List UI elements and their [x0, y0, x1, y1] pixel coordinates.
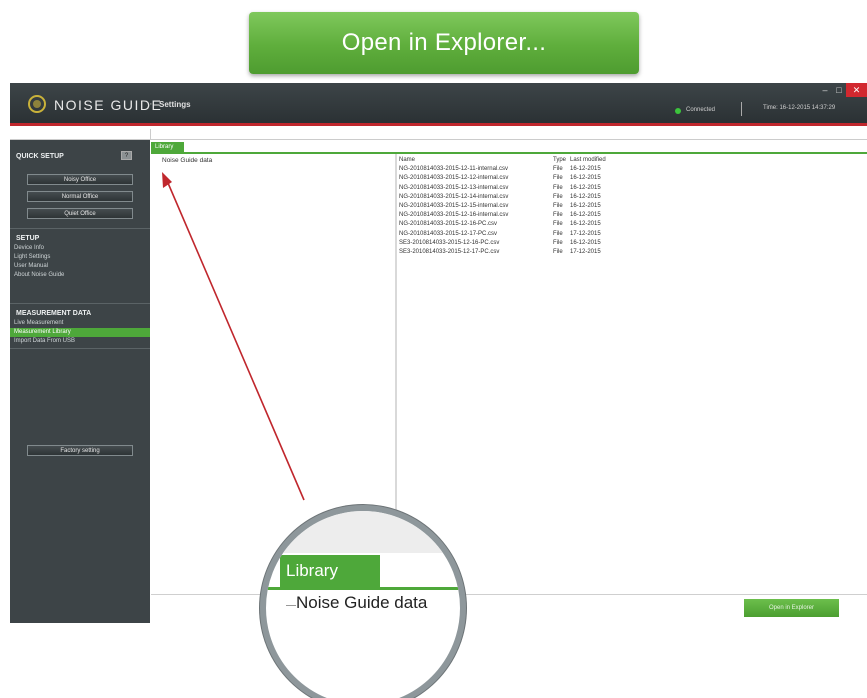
file-modified: 16-12-2015 — [570, 239, 601, 246]
tab-underline — [151, 152, 867, 154]
file-type: File — [553, 166, 563, 173]
quick-setup-heading: QUICK SETUP — [16, 153, 64, 160]
file-row[interactable]: NG-2010814033-2015-12-14-internal.csv Fi… — [399, 193, 859, 202]
folder-tree-root[interactable]: Noise Guide data — [162, 157, 212, 164]
sidebar-item-live-measurement[interactable]: Live Measurement — [14, 320, 63, 326]
sidebar-item-user-manual[interactable]: User Manual — [14, 263, 48, 269]
magnified-tab-underline — [266, 587, 460, 590]
open-in-explorer-callout-button[interactable]: Open in Explorer... — [249, 12, 639, 74]
file-row[interactable]: NG-2010814033-2015-12-16-PC.csv File 16-… — [399, 220, 859, 229]
file-type: File — [553, 248, 563, 255]
library-panel: Library Noise Guide data Name Type Last … — [151, 140, 867, 623]
file-name: SE3-2010814033-2015-12-16-PC.csv — [399, 239, 500, 246]
column-header-type[interactable]: Type — [553, 156, 570, 165]
file-type: File — [553, 230, 563, 237]
file-name: NG-2010814033-2015-12-16-PC.csv — [399, 221, 498, 228]
brand-separator: · — [149, 98, 153, 110]
file-row[interactable]: NG-2010814033-2015-12-17-PC.csv File 17-… — [399, 230, 859, 239]
file-type: File — [553, 212, 563, 219]
sidebar-divider — [10, 228, 150, 229]
file-row[interactable]: SE3-2010814033-2015-12-16-PC.csv File 16… — [399, 239, 859, 248]
file-type: File — [553, 193, 563, 200]
screenshot-stage: Open in Explorer... NOISE GUIDE · Settin… — [0, 0, 867, 698]
file-name: SE3-2010814033-2015-12-17-PC.csv — [399, 248, 500, 255]
sidebar-item-measurement-library[interactable]: Measurement Library — [14, 329, 71, 335]
sidebar-item-about[interactable]: About Noise Guide — [14, 272, 64, 278]
connection-status-icon — [675, 108, 681, 114]
file-list-header: Name Type Last modified — [399, 156, 859, 165]
file-name: NG-2010814033-2015-12-11-internal.csv — [399, 166, 508, 173]
file-modified: 17-12-2015 — [570, 230, 601, 237]
magnified-tab-library: Library — [280, 555, 380, 587]
bottom-divider — [151, 594, 867, 595]
factory-setting-button[interactable]: Factory setting — [27, 445, 133, 456]
file-row[interactable]: NG-2010814033-2015-12-11-internal.csv Fi… — [399, 165, 859, 174]
sidebar: QUICK SETUP ? Noisy Office Normal Office… — [10, 140, 150, 623]
file-type: File — [553, 239, 563, 246]
brand-name: NOISE GUIDE — [54, 97, 163, 113]
setup-heading: SETUP — [16, 235, 40, 242]
file-list: Name Type Last modified NG-2010814033-20… — [399, 156, 859, 257]
column-header-name[interactable]: Name — [399, 156, 553, 165]
file-name: NG-2010814033-2015-12-12-internal.csv — [399, 175, 509, 182]
minimize-button[interactable]: – — [818, 83, 832, 97]
file-modified: 16-12-2015 — [570, 184, 601, 191]
file-name: NG-2010814033-2015-12-14-internal.csv — [399, 193, 509, 200]
close-button[interactable]: ✕ — [846, 83, 867, 97]
file-type: File — [553, 221, 563, 228]
file-type: File — [553, 202, 563, 209]
file-row[interactable]: SE3-2010814033-2015-12-17-PC.csv File 17… — [399, 248, 859, 257]
magnifier-callout: Library Noise Guide data — [260, 505, 466, 698]
tree-connector-icon — [286, 605, 296, 606]
magnified-folder-tree-root: Noise Guide data — [296, 593, 428, 612]
quiet-office-button[interactable]: Quiet Office — [27, 208, 133, 219]
sidebar-item-import-usb[interactable]: Import Data From USB — [14, 338, 75, 344]
file-modified: 17-12-2015 — [570, 248, 601, 255]
file-row[interactable]: NG-2010814033-2015-12-12-internal.csv Fi… — [399, 174, 859, 183]
connection-status: Connected — [686, 107, 716, 113]
sub-toolbar — [10, 129, 867, 140]
file-modified: 16-12-2015 — [570, 166, 601, 173]
column-header-modified[interactable]: Last modified — [570, 156, 630, 165]
file-modified: 16-12-2015 — [570, 202, 601, 209]
file-type: File — [553, 184, 563, 191]
open-in-explorer-button[interactable]: Open in Explorer — [744, 599, 839, 617]
file-row[interactable]: NG-2010814033-2015-12-16-internal.csv Fi… — [399, 211, 859, 220]
file-name: NG-2010814033-2015-12-16-internal.csv — [399, 212, 509, 219]
file-row[interactable]: NG-2010814033-2015-12-15-internal.csv Fi… — [399, 202, 859, 211]
status-divider — [741, 102, 742, 116]
sub-toolbar-divider — [150, 129, 151, 140]
maximize-button[interactable]: □ — [832, 83, 846, 97]
file-row[interactable]: NG-2010814033-2015-12-13-internal.csv Fi… — [399, 184, 859, 193]
file-modified: 16-12-2015 — [570, 221, 601, 228]
magnifier-background — [266, 511, 460, 553]
title-bar: NOISE GUIDE · Settings Connected Time: 1… — [10, 83, 867, 126]
normal-office-button[interactable]: Normal Office — [27, 191, 133, 202]
file-type: File — [553, 175, 563, 182]
file-name: NG-2010814033-2015-12-15-internal.csv — [399, 202, 509, 209]
clock-readout: Time: 16-12-2015 14:37:29 — [763, 105, 836, 111]
file-name: NG-2010814033-2015-12-17-PC.csv — [399, 230, 498, 237]
file-modified: 16-12-2015 — [570, 193, 601, 200]
page-title: Settings — [159, 100, 191, 109]
sidebar-item-light-settings[interactable]: Light Settings — [14, 254, 50, 260]
measurement-data-heading: MEASUREMENT DATA — [16, 310, 92, 317]
sidebar-item-device-info[interactable]: Device Info — [14, 245, 44, 251]
file-modified: 16-12-2015 — [570, 175, 601, 182]
file-modified: 16-12-2015 — [570, 212, 601, 219]
sidebar-divider — [10, 303, 150, 304]
tab-library[interactable]: Library — [151, 142, 184, 152]
help-icon[interactable]: ? — [121, 151, 132, 160]
logo-center-dot — [33, 100, 41, 108]
file-name: NG-2010814033-2015-12-13-internal.csv — [399, 184, 509, 191]
sidebar-divider — [10, 348, 150, 349]
noisy-office-button[interactable]: Noisy Office — [27, 174, 133, 185]
